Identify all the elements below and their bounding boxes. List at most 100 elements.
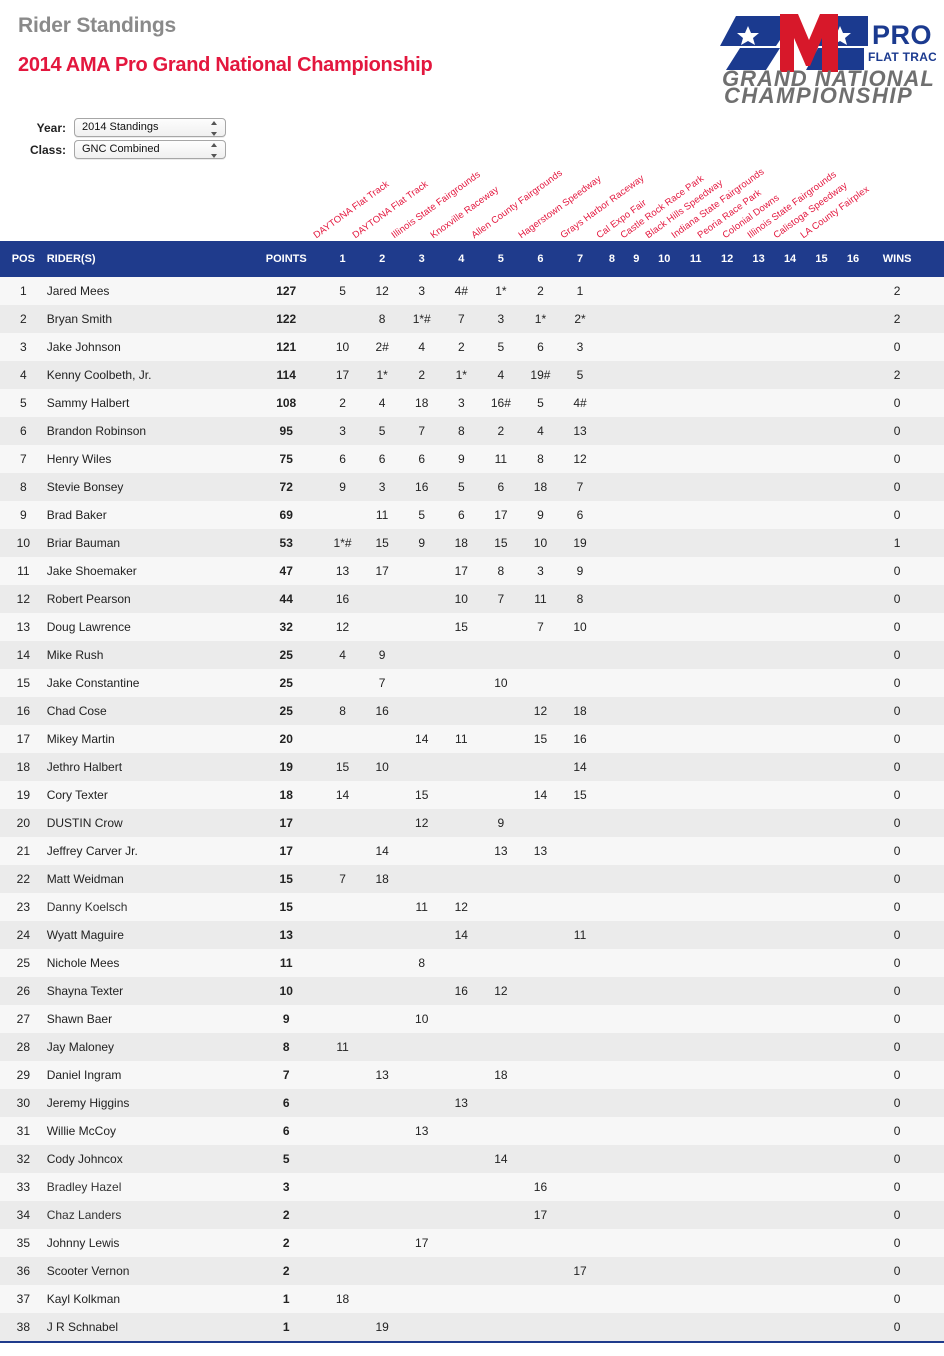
cell-round-10: [649, 921, 680, 949]
cell-round-12: [711, 977, 742, 1005]
year-filter-label: Year:: [36, 120, 66, 135]
cell-spacer: [926, 1229, 944, 1257]
rider-name-link[interactable]: Jeremy Higgins: [47, 1089, 250, 1117]
cell-round-9: [624, 277, 648, 305]
cell-round-3: 4: [418, 340, 426, 354]
cell-round-3: [402, 1033, 442, 1061]
col-header-round-9[interactable]: 9: [624, 241, 649, 277]
rider-name-link[interactable]: Chad Cose: [47, 697, 250, 725]
rider-name: Bradley Hazel: [46, 1180, 122, 1194]
cell-round-12: [711, 1005, 742, 1033]
cell-points: 11: [279, 956, 293, 970]
rider-name-link[interactable]: Mikey Martin: [47, 725, 250, 753]
cell-round-8: [600, 1257, 624, 1285]
cell-round-14: [774, 1201, 805, 1229]
rider-name-link[interactable]: Robert Pearson: [47, 585, 250, 613]
cell-round-10: [649, 585, 680, 613]
cell-wins: 0: [893, 1012, 901, 1026]
col-header-rider[interactable]: RIDER(S): [46, 241, 250, 277]
cell-round-2: 18: [375, 872, 389, 886]
col-header-points[interactable]: POINTS: [249, 241, 323, 277]
cell-round-1: [323, 1005, 363, 1033]
class-select[interactable]: GNC Combined: [74, 140, 226, 159]
cell-round-16: [837, 529, 868, 557]
year-select[interactable]: 2014 Standings: [74, 118, 226, 137]
cell-round-10: [649, 389, 680, 417]
rider-name-link[interactable]: Sammy Halbert: [47, 389, 250, 417]
rider-name-link[interactable]: Jake Constantine: [47, 669, 250, 697]
cell-round-8: [600, 1313, 624, 1341]
rider-name-link[interactable]: Jethro Halbert: [47, 753, 250, 781]
col-header-round-6[interactable]: 6: [520, 241, 561, 277]
cell-round-5: 14: [494, 1152, 508, 1166]
rider-name-link[interactable]: Johnny Lewis: [47, 1229, 250, 1257]
rider-name-link[interactable]: Daniel Ingram: [47, 1061, 250, 1089]
cell-round-12: [711, 529, 742, 557]
cell-round-12: [711, 1285, 742, 1313]
rider-name-link[interactable]: Bryan Smith: [47, 305, 250, 333]
col-header-round-4[interactable]: 4: [441, 241, 482, 277]
rider-name-link[interactable]: Nichole Mees: [47, 949, 250, 977]
col-header-round-1[interactable]: 1: [322, 241, 363, 277]
cell-points: 10: [279, 984, 293, 998]
table-row: 1 Jared Mees 127 5 12 3 4# 1* 2 1 2: [0, 277, 944, 305]
rider-name-link[interactable]: Stevie Bonsey: [47, 473, 250, 501]
cell-wins: 0: [893, 816, 901, 830]
rider-name-link[interactable]: Wyatt Maguire: [47, 921, 250, 949]
col-header-wins[interactable]: WINS: [868, 241, 926, 277]
rider-name-link[interactable]: DUSTIN Crow: [47, 809, 250, 837]
col-header-round-15[interactable]: 15: [805, 241, 838, 277]
rider-name-link[interactable]: Brandon Robinson: [47, 417, 250, 445]
rider-name-link[interactable]: Jake Shoemaker: [47, 557, 250, 585]
col-header-pos[interactable]: POS: [0, 241, 47, 277]
rider-name-link[interactable]: Kenny Coolbeth, Jr.: [47, 361, 250, 389]
rider-name-link[interactable]: Cory Texter: [47, 781, 250, 809]
rider-name-link[interactable]: Doug Lawrence: [47, 613, 250, 641]
cell-round-5: 11: [494, 452, 508, 466]
col-header-round-8[interactable]: 8: [599, 241, 625, 277]
cell-round-5: [481, 921, 521, 949]
rider-name-link[interactable]: Cody Johncox: [47, 1145, 250, 1173]
rider-name-link[interactable]: Scooter Vernon: [47, 1257, 250, 1285]
rider-name-link[interactable]: Willie McCoy: [47, 1117, 250, 1145]
rider-name-link[interactable]: Jay Maloney: [47, 1033, 250, 1061]
cell-round-10: [649, 417, 680, 445]
cell-round-6: 19#: [530, 368, 551, 382]
rider-name-link[interactable]: Mike Rush: [47, 641, 250, 669]
rider-name-link[interactable]: Henry Wiles: [47, 445, 250, 473]
ama-pro-flat-track-logo: PRO FLAT TRACK GRAND NATIONAL CHAMPIONSH…: [718, 4, 936, 104]
rider-name-link[interactable]: Brad Baker: [47, 501, 250, 529]
cell-round-3: [402, 1257, 442, 1285]
col-header-round-3[interactable]: 3: [401, 241, 442, 277]
rider-name-link[interactable]: Jared Mees: [47, 277, 250, 305]
cell-round-5: 1*: [495, 284, 507, 298]
cell-round-11: [680, 753, 711, 781]
bottom-rule: [0, 1341, 944, 1343]
cell-round-14: [774, 921, 805, 949]
cell-spacer: [926, 949, 944, 977]
rider-name-link[interactable]: Jeffrey Carver Jr.: [47, 837, 250, 865]
cell-round-6: 11: [534, 592, 547, 606]
table-row: 32 Cody Johncox 5 14 0: [0, 1145, 944, 1173]
cell-round-4: 4#: [454, 284, 468, 298]
rider-name-link[interactable]: J R Schnabel: [47, 1313, 250, 1341]
col-header-round-2[interactable]: 2: [362, 241, 402, 277]
rider-name-link[interactable]: Briar Bauman: [47, 529, 250, 557]
col-header-round-5[interactable]: 5: [481, 241, 521, 277]
rider-name-link[interactable]: Jake Johnson: [47, 333, 250, 361]
rider-name-link[interactable]: Shawn Baer: [47, 1005, 250, 1033]
rider-name-link[interactable]: Kayl Kolkman: [47, 1285, 250, 1313]
col-header-round-14[interactable]: 14: [774, 241, 806, 277]
col-header-round-11[interactable]: 11: [679, 241, 712, 277]
col-header-round-12[interactable]: 12: [711, 241, 743, 277]
cell-round-9: [624, 557, 648, 585]
cell-spacer: [926, 445, 944, 473]
rider-name-link[interactable]: Matt Weidman: [47, 865, 250, 893]
col-header-round-16[interactable]: 16: [837, 241, 869, 277]
col-header-round-13[interactable]: 13: [742, 241, 775, 277]
cell-position: 6: [20, 424, 27, 438]
col-header-round-7[interactable]: 7: [560, 241, 600, 277]
rider-name-link[interactable]: Shayna Texter: [47, 977, 250, 1005]
class-filter-label: Class:: [29, 142, 66, 157]
col-header-round-10[interactable]: 10: [648, 241, 680, 277]
